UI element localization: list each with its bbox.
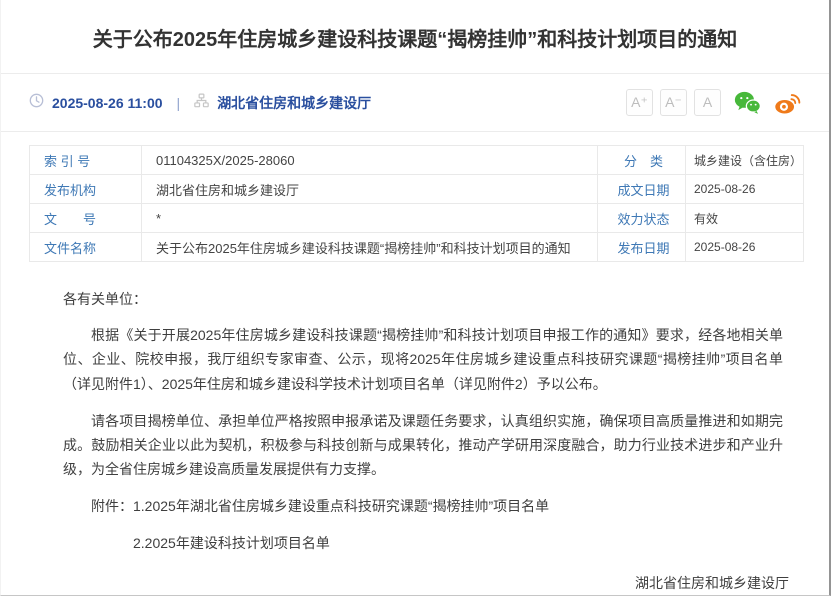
wechat-share-icon[interactable] bbox=[734, 91, 761, 114]
publish-date-label: 发布日期 bbox=[598, 233, 686, 262]
doc-name-value: 关于公布2025年住房城乡建设科技课题“揭榜挂帅”和科技计划项目的通知 bbox=[142, 233, 598, 262]
publish-date-value: 2025-08-26 bbox=[686, 233, 804, 262]
attachment-item-2: 2.2025年建设科技计划项目名单 bbox=[63, 532, 789, 556]
weibo-share-icon[interactable] bbox=[774, 91, 801, 114]
table-row: 发布机构 湖北省住房和城乡建设厅 成文日期 2025-08-26 bbox=[30, 175, 804, 204]
body-paragraph: 根据《关于开展2025年住房城乡建设科技课题“揭榜挂帅”和科技计划项目申报工作的… bbox=[63, 323, 789, 395]
index-number-value: 01104325X/2025-28060 bbox=[142, 146, 598, 175]
title-bar: 关于公布2025年住房城乡建设科技课题“揭榜挂帅”和科技计划项目的通知 bbox=[1, 0, 829, 74]
meta-bar: 2025-08-26 11:00 | 湖北省住房和城乡建设厅 A⁺ A⁻ A bbox=[1, 74, 829, 132]
clock-icon bbox=[29, 93, 44, 113]
meta-toolbar: A⁺ A⁻ A bbox=[626, 89, 801, 116]
font-reset-button[interactable]: A bbox=[694, 89, 721, 116]
attachment-item-1: 附件：1.2025年湖北省住房城乡建设重点科技研究课题“揭榜挂帅”项目名单 bbox=[63, 495, 789, 519]
category-label: 分 类 bbox=[598, 146, 686, 175]
meta-left: 2025-08-26 11:00 | 湖北省住房和城乡建设厅 bbox=[29, 93, 371, 113]
document-info-table: 索 引 号 01104325X/2025-28060 分 类 城乡建设（含住房）… bbox=[29, 145, 804, 262]
page-title: 关于公布2025年住房城乡建设科技课题“揭榜挂帅”和科技计划项目的通知 bbox=[41, 27, 789, 53]
table-row: 索 引 号 01104325X/2025-28060 分 类 城乡建设（含住房） bbox=[30, 146, 804, 175]
sitemap-icon bbox=[194, 93, 209, 113]
issuing-org-label: 发布机构 bbox=[30, 175, 142, 204]
notice-page: 关于公布2025年住房城乡建设科技课题“揭榜挂帅”和科技计划项目的通知 2025… bbox=[0, 0, 831, 596]
issuing-org-value: 湖北省住房和城乡建设厅 bbox=[142, 175, 598, 204]
font-decrease-button[interactable]: A⁻ bbox=[660, 89, 687, 116]
font-increase-button[interactable]: A⁺ bbox=[626, 89, 653, 116]
table-row: 文 号 * 效力状态 有效 bbox=[30, 204, 804, 233]
written-date-value: 2025-08-26 bbox=[686, 175, 804, 204]
index-number-label: 索 引 号 bbox=[30, 146, 142, 175]
source-org-link[interactable]: 湖北省住房和城乡建设厅 bbox=[217, 93, 371, 113]
doc-number-label: 文 号 bbox=[30, 204, 142, 233]
salutation: 各有关单位： bbox=[63, 288, 789, 310]
body-paragraph: 请各项目揭榜单位、承担单位严格按照申报承诺及课题任务要求，认真组织实施，确保项目… bbox=[63, 409, 789, 481]
meta-separator: | bbox=[177, 95, 181, 111]
category-value: 城乡建设（含住房） bbox=[686, 146, 804, 175]
doc-number-value: * bbox=[142, 204, 598, 233]
publish-datetime: 2025-08-26 11:00 bbox=[52, 95, 163, 111]
notice-body: 各有关单位： 根据《关于开展2025年住房城乡建设科技课题“揭榜挂帅”和科技计划… bbox=[1, 262, 829, 596]
table-row: 文件名称 关于公布2025年住房城乡建设科技课题“揭榜挂帅”和科技计划项目的通知… bbox=[30, 233, 804, 262]
signature-org: 湖北省住房和城乡建设厅 bbox=[63, 572, 789, 594]
validity-value: 有效 bbox=[686, 204, 804, 233]
written-date-label: 成文日期 bbox=[598, 175, 686, 204]
doc-name-label: 文件名称 bbox=[30, 233, 142, 262]
validity-label: 效力状态 bbox=[598, 204, 686, 233]
